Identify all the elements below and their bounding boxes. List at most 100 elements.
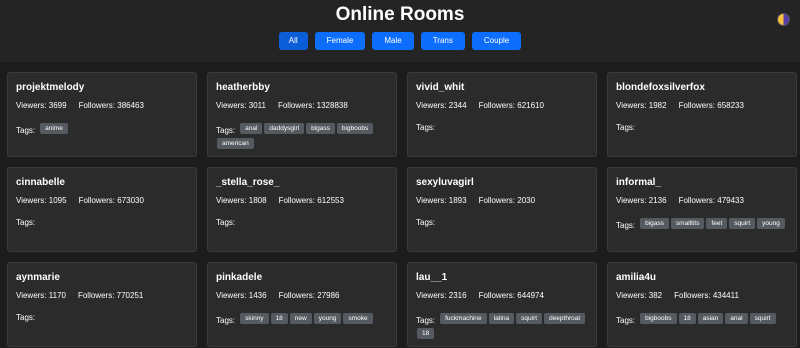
followers-stat: Followers: 386463	[79, 101, 144, 110]
followers-label: Followers:	[478, 101, 516, 110]
viewers-stat: Viewers: 1436	[216, 291, 267, 300]
followers-count: 386463	[117, 101, 144, 110]
room-name[interactable]: vivid_whit	[416, 82, 588, 94]
followers-label: Followers:	[678, 101, 716, 110]
room-grid: projektmelody Viewers: 3699 Followers: 386…	[7, 72, 797, 347]
header-bar: Online Rooms All Female Male Trans Coupl…	[0, 0, 800, 62]
room-card[interactable]: _stella_rose_ Viewers: 1808 Followers: 612…	[207, 167, 397, 252]
tag-badge[interactable]: fuckmachine	[440, 313, 487, 324]
followers-stat: Followers: 770251	[78, 291, 143, 300]
tags-label: Tags:	[16, 313, 36, 322]
tags-label: Tags:	[416, 315, 436, 325]
room-card[interactable]: aynmarie Viewers: 1170 Followers: 770251 Ta…	[7, 262, 197, 347]
followers-stat: Followers: 434411	[674, 291, 739, 300]
tag-badge[interactable]: american	[217, 138, 254, 149]
room-card[interactable]: amilia4u Viewers: 382 Followers: 434411 Tag…	[607, 262, 797, 347]
tag-badge[interactable]: bigboobs	[640, 313, 677, 324]
tag-badge[interactable]: smalltits	[670, 218, 705, 229]
viewers-stat: Viewers: 3699	[16, 101, 67, 110]
room-name[interactable]: lau__1	[416, 272, 588, 284]
tags-label: Tags:	[416, 123, 436, 132]
viewers-count: 1982	[648, 101, 667, 110]
tag-badge[interactable]: anal	[240, 123, 263, 134]
room-card[interactable]: heatherbby Viewers: 3011 Followers: 132883…	[207, 72, 397, 157]
room-card[interactable]: vivid_whit Viewers: 2344 Followers: 621610…	[407, 72, 597, 157]
tag-badge[interactable]: bigass	[640, 218, 669, 229]
room-tags: Tags: skinny 18 new young smoke	[216, 313, 388, 328]
room-name[interactable]: projektmelody	[16, 82, 188, 94]
viewers-count: 2344	[448, 101, 467, 110]
tag-badge[interactable]: squirt	[516, 313, 543, 324]
room-card[interactable]: informal_ Viewers: 2136 Followers: 479433 T…	[607, 167, 797, 252]
room-name[interactable]: aynmarie	[16, 272, 188, 284]
filter-trans-button[interactable]: Trans	[420, 32, 465, 50]
viewers-label: Viewers:	[216, 291, 247, 300]
half-moon-icon[interactable]	[777, 13, 790, 26]
room-stats: Viewers: 2316 Followers: 644974	[416, 291, 588, 301]
viewers-count: 1095	[48, 196, 67, 205]
room-tags: Tags:	[16, 218, 188, 228]
viewers-label: Viewers:	[16, 291, 47, 300]
room-card[interactable]: projektmelody Viewers: 3699 Followers: 386…	[7, 72, 197, 157]
room-name[interactable]: sexyluvagirl	[416, 177, 588, 189]
tag-badge[interactable]: 18	[678, 313, 696, 324]
followers-count: 434411	[712, 291, 739, 300]
room-card[interactable]: sexyluvagirl Viewers: 1893 Followers: 2030…	[407, 167, 597, 252]
room-name[interactable]: pinkadele	[216, 272, 388, 284]
filter-female-button[interactable]: Female	[314, 32, 366, 50]
room-name[interactable]: blondefoxsilverfox	[616, 82, 788, 94]
page: Online Rooms All Female Male Trans Coupl…	[0, 0, 800, 348]
filter-male-button[interactable]: Male	[372, 32, 414, 50]
tag-badge[interactable]: 18	[417, 328, 435, 339]
viewers-label: Viewers:	[416, 196, 447, 205]
followers-label: Followers:	[674, 291, 711, 300]
viewers-label: Viewers:	[616, 291, 647, 300]
followers-label: Followers:	[478, 291, 516, 300]
tag-badge[interactable]: anime	[40, 123, 68, 134]
filter-all-button[interactable]: All	[278, 32, 308, 50]
tag-badge[interactable]: new	[289, 313, 312, 324]
followers-label: Followers:	[77, 291, 115, 300]
tag-badge[interactable]: young	[313, 313, 342, 324]
room-card[interactable]: lau__1 Viewers: 2316 Followers: 644974 Tags…	[407, 262, 597, 347]
viewers-stat: Viewers: 1095	[16, 196, 67, 205]
tag-badge[interactable]: bigass	[306, 123, 335, 134]
tag-badge[interactable]: young	[757, 218, 785, 229]
viewers-label: Viewers:	[416, 101, 447, 110]
viewers-count: 1436	[248, 291, 267, 300]
room-card[interactable]: pinkadele Viewers: 1436 Followers: 27986 Ta…	[207, 262, 397, 347]
followers-count: 27986	[317, 291, 340, 300]
viewers-count: 1808	[248, 196, 267, 205]
tag-badge[interactable]: squirt	[749, 313, 776, 324]
room-name[interactable]: amilia4u	[616, 272, 788, 284]
room-card[interactable]: cinnabelle Viewers: 1095 Followers: 673030…	[7, 167, 197, 252]
room-card[interactable]: blondefoxsilverfox Viewers: 1982 Followers…	[607, 72, 797, 157]
tags-label: Tags:	[216, 218, 236, 227]
room-stats: Viewers: 2136 Followers: 479433	[616, 196, 788, 206]
tags-label: Tags:	[616, 220, 636, 230]
viewers-count: 382	[648, 291, 663, 300]
room-name[interactable]: heatherbby	[216, 82, 388, 94]
tag-badge[interactable]: skinny	[240, 313, 269, 324]
tag-badge[interactable]: squirt	[729, 218, 756, 229]
tag-badge[interactable]: 18	[270, 313, 288, 324]
followers-stat: Followers: 1328838	[278, 101, 348, 110]
room-name[interactable]: _stella_rose_	[216, 177, 388, 189]
tag-badge[interactable]: feet	[706, 218, 728, 229]
viewers-label: Viewers:	[416, 291, 447, 300]
tag-badge[interactable]: daddysgirl	[264, 123, 305, 134]
room-name[interactable]: informal_	[616, 177, 788, 189]
followers-stat: Followers: 27986	[279, 291, 340, 300]
viewers-stat: Viewers: 382	[616, 291, 662, 300]
filter-couple-button[interactable]: Couple	[471, 32, 522, 50]
tag-badge[interactable]: smoke	[343, 313, 373, 324]
tag-badge[interactable]: anal	[725, 313, 748, 324]
tag-badge[interactable]: bigboobs	[336, 123, 374, 134]
room-tags: Tags:	[616, 123, 788, 133]
room-name[interactable]: cinnabelle	[16, 177, 188, 189]
tag-badge[interactable]: asian	[697, 313, 724, 324]
tag-badge[interactable]: latina	[488, 313, 515, 324]
tags-label: Tags:	[416, 218, 436, 227]
tag-badge[interactable]: deepthroat	[544, 313, 586, 324]
followers-label: Followers:	[478, 196, 516, 205]
